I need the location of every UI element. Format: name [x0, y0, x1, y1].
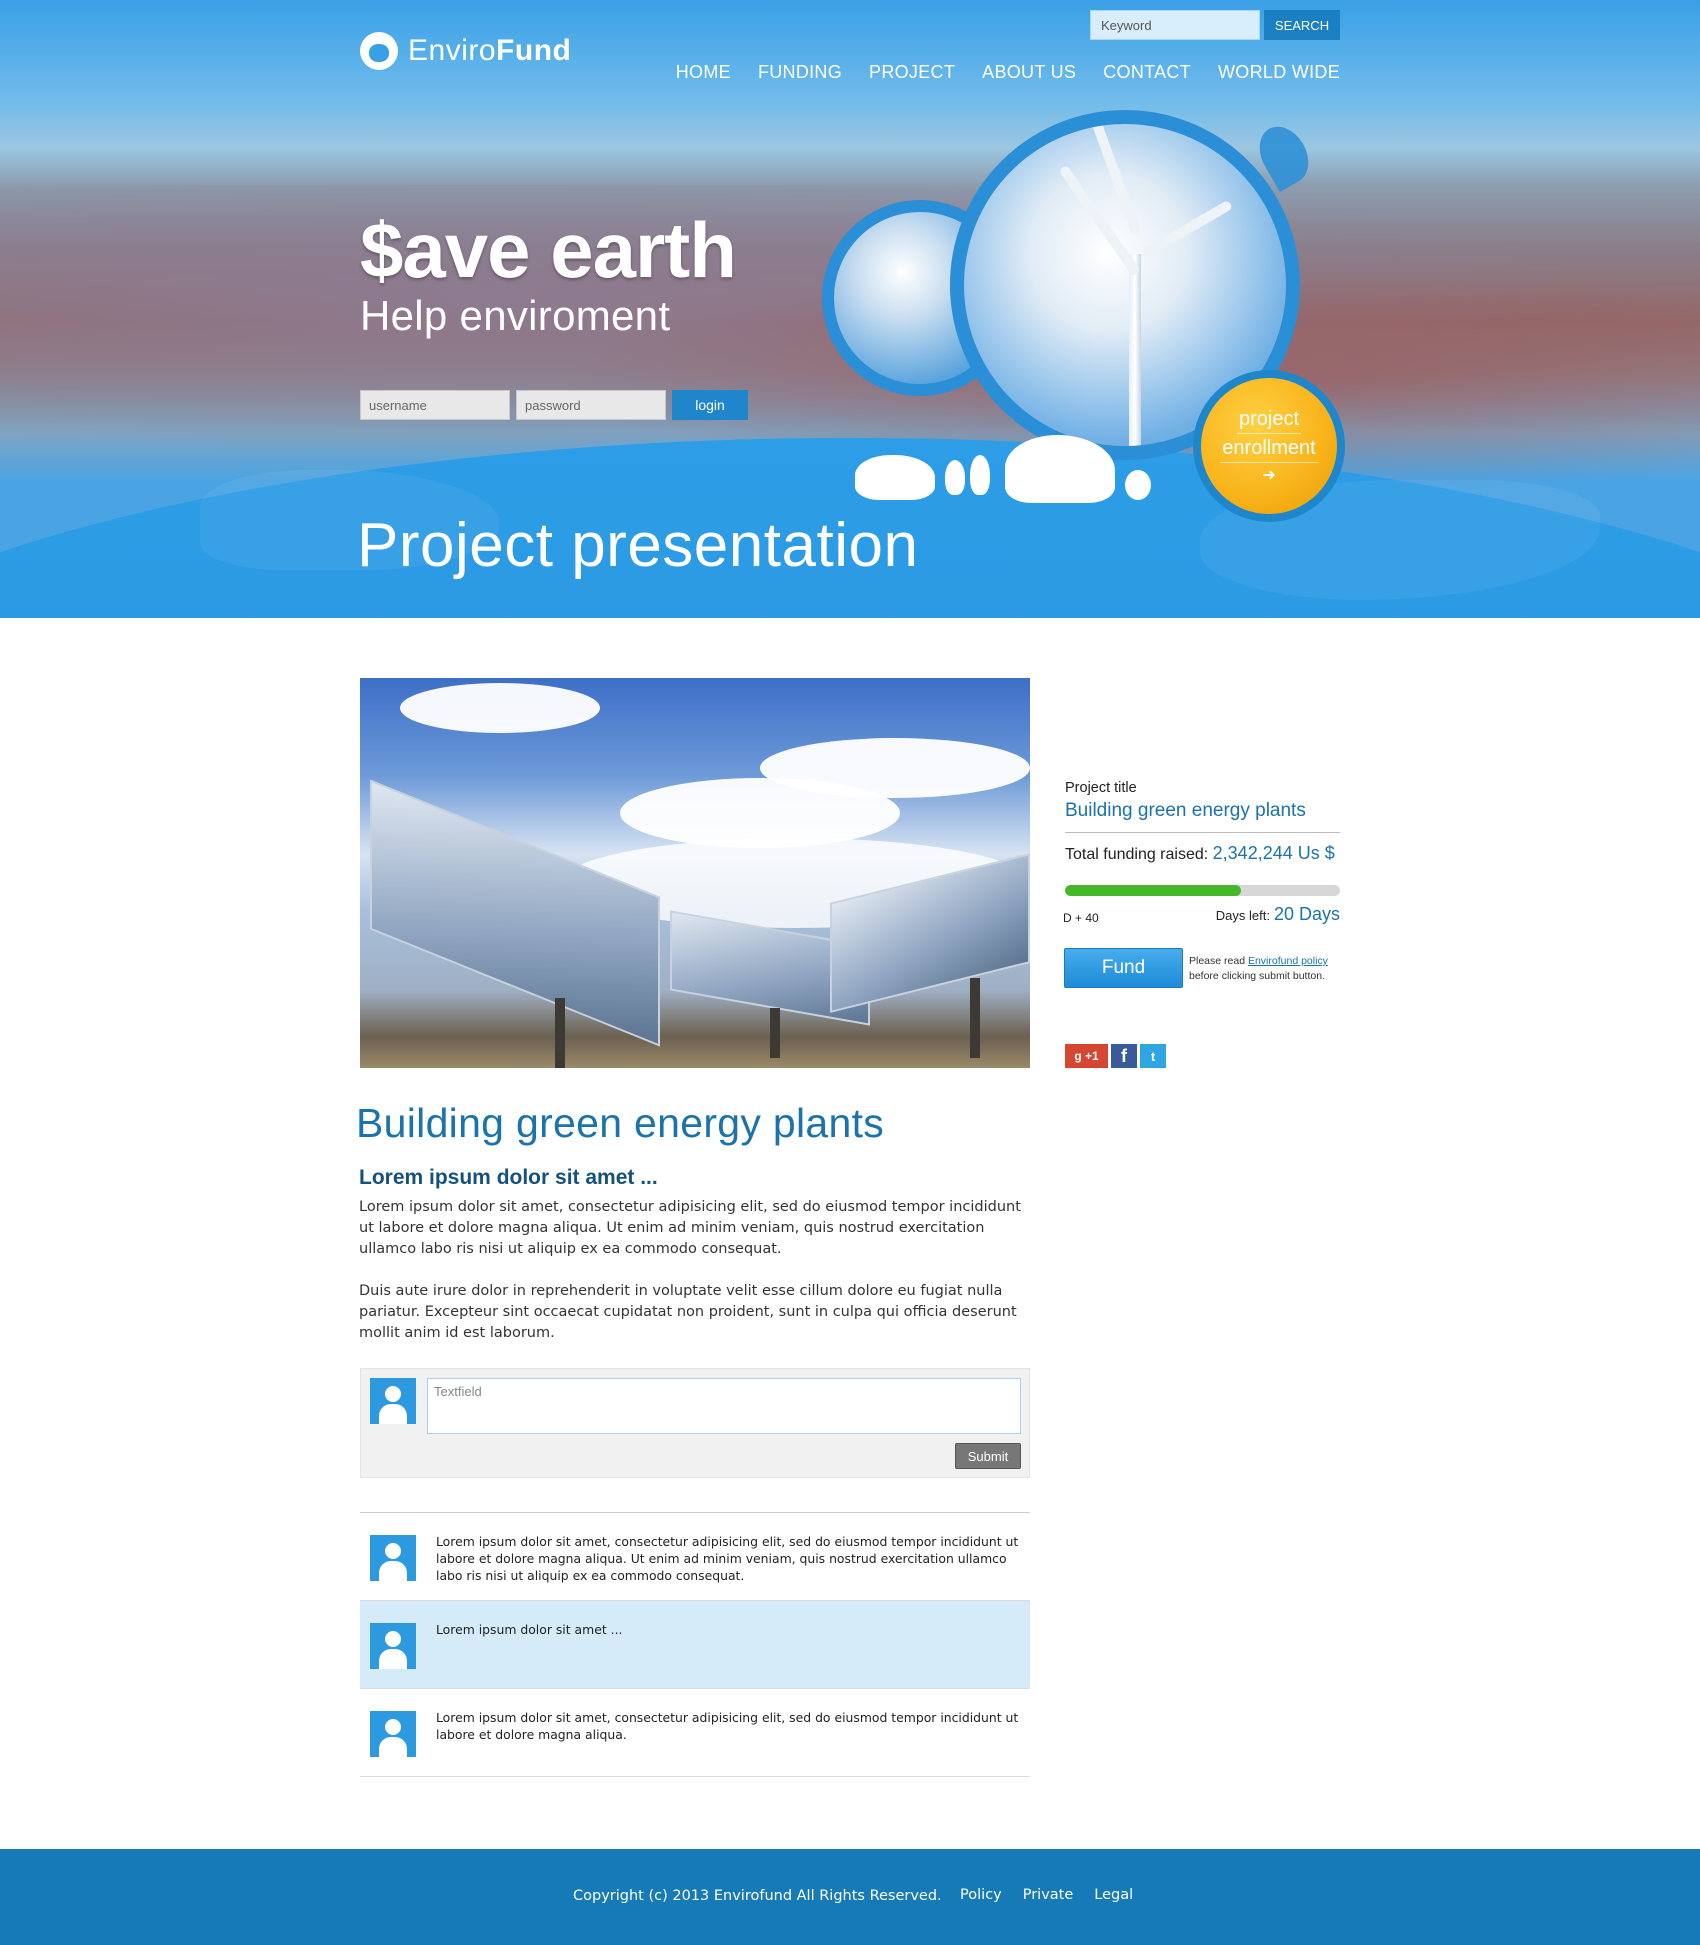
- article-paragraph: Lorem ipsum dolor sit amet, consectetur …: [359, 1199, 1021, 1257]
- progress-fill: [1065, 885, 1241, 896]
- section-title: Project presentation: [357, 511, 919, 580]
- password-field[interactable]: [516, 390, 666, 420]
- nav-project[interactable]: PROJECT: [869, 62, 955, 83]
- brand-name: EnviroFund: [408, 34, 572, 67]
- rhino-silhouette: [855, 455, 935, 500]
- search-input[interactable]: [1090, 10, 1260, 40]
- login-form: login: [360, 390, 748, 420]
- avatar: [370, 1535, 416, 1581]
- submit-button[interactable]: Submit: [955, 1443, 1021, 1469]
- comment-text: Lorem ipsum dolor sit amet ...: [436, 1622, 623, 1637]
- enroll-line2: enrollment: [1220, 434, 1318, 463]
- arrow-right-icon: ➜: [1262, 467, 1276, 484]
- comment-item: Lorem ipsum dolor sit amet ...: [360, 1601, 1030, 1689]
- project-enrollment-button[interactable]: project enrollment ➜: [1193, 370, 1345, 522]
- nav-funding[interactable]: FUNDING: [758, 62, 842, 83]
- comment-form: Submit: [360, 1368, 1030, 1478]
- elephant-silhouette: [1005, 435, 1115, 503]
- funding-raised: Total funding raised: 2,342,244 Us $: [1065, 843, 1335, 864]
- enrollment-badge: project enrollment ➜: [1201, 378, 1337, 514]
- cloud: [760, 738, 1030, 798]
- solar-panels-image: [360, 678, 1030, 1068]
- comment-text: Lorem ipsum dolor sit amet, consectetur …: [436, 1710, 1019, 1742]
- fund-policy-note: Please read Envirofund policy before cli…: [1189, 954, 1349, 984]
- days-left: Days left: 20 Days: [1216, 904, 1340, 925]
- divider: [1065, 832, 1340, 833]
- search-bar: SEARCH: [1090, 10, 1340, 40]
- copyright-text: Copyright (c) 2013 Envirofund All Rights…: [573, 1888, 942, 1904]
- enroll-line1: project: [1236, 405, 1302, 434]
- funding-progress-bar: [1065, 885, 1340, 896]
- facebook-icon[interactable]: f: [1111, 1044, 1137, 1068]
- nav-about-us[interactable]: ABOUT US: [982, 62, 1076, 83]
- project-title-label: Project title: [1065, 780, 1137, 796]
- avatar: [370, 1378, 416, 1424]
- panel-post: [970, 978, 980, 1058]
- animal-silhouettes: [855, 430, 1155, 510]
- article-title: Building green energy plants: [356, 1100, 885, 1146]
- globe-icon: [360, 32, 398, 70]
- panel-post: [770, 1008, 780, 1058]
- social-share: g +1 f t: [1065, 1044, 1166, 1068]
- twitter-icon[interactable]: t: [1140, 1044, 1166, 1068]
- footer-link-private[interactable]: Private: [1023, 1887, 1074, 1903]
- footer-link-legal[interactable]: Legal: [1094, 1887, 1133, 1903]
- panel-post: [555, 998, 565, 1068]
- note-prefix: Please read: [1189, 955, 1246, 967]
- comment-item: Lorem ipsum dolor sit amet, consectetur …: [360, 1513, 1030, 1601]
- comment-list: Lorem ipsum dolor sit amet, consectetur …: [360, 1512, 1030, 1777]
- brand-logo[interactable]: EnviroFund: [360, 32, 571, 70]
- comment-item: Lorem ipsum dolor sit amet, consectetur …: [360, 1689, 1030, 1777]
- article-paragraph: Duis aute irure dolor in reprehenderit i…: [359, 1283, 1017, 1341]
- cloud: [400, 683, 600, 733]
- project-title-value: Building green energy plants: [1065, 800, 1306, 821]
- avatar: [370, 1711, 416, 1757]
- bird-silhouette: [945, 460, 965, 495]
- hero-subline: Help enviroment: [360, 292, 671, 339]
- note-suffix: before clicking submit button.: [1189, 970, 1325, 982]
- solar-panel: [370, 779, 660, 1047]
- comment-textfield[interactable]: [427, 1378, 1021, 1434]
- days-left-value: 20 Days: [1273, 904, 1340, 924]
- main-nav: HOME FUNDING PROJECT ABOUT US CONTACT WO…: [676, 62, 1340, 83]
- article-subtitle: Lorem ipsum dolor sit amet ...: [359, 1166, 658, 1189]
- funding-label: Total funding raised:: [1065, 846, 1209, 863]
- nav-home[interactable]: HOME: [676, 62, 731, 83]
- login-button[interactable]: login: [672, 390, 748, 420]
- footer-links: Policy Private Legal: [960, 1887, 1133, 1903]
- turbine-blade: [1141, 199, 1234, 259]
- username-field[interactable]: [360, 390, 510, 420]
- google-plus-icon[interactable]: g +1: [1065, 1044, 1108, 1068]
- footer-link-policy[interactable]: Policy: [960, 1887, 1002, 1903]
- nav-world-wide[interactable]: WORLD WIDE: [1218, 62, 1340, 83]
- search-button[interactable]: SEARCH: [1264, 10, 1340, 40]
- day-counter: D + 40: [1063, 911, 1099, 925]
- bird-silhouette: [970, 455, 990, 495]
- footer: Copyright (c) 2013 Envirofund All Rights…: [0, 1849, 1700, 1945]
- days-left-label: Days left:: [1215, 908, 1270, 923]
- hero-banner: EnviroFund SEARCH HOME FUNDING PROJECT A…: [0, 0, 1700, 618]
- funding-value: 2,342,244 Us $: [1212, 843, 1335, 863]
- avatar: [370, 1623, 416, 1669]
- hero-headline: $ave earth: [360, 206, 737, 294]
- policy-link[interactable]: Envirofund policy: [1248, 955, 1328, 967]
- comment-text: Lorem ipsum dolor sit amet, consectetur …: [436, 1534, 1019, 1583]
- rabbit-silhouette: [1125, 470, 1151, 500]
- fund-button[interactable]: Fund: [1064, 948, 1183, 988]
- nav-contact[interactable]: CONTACT: [1103, 62, 1191, 83]
